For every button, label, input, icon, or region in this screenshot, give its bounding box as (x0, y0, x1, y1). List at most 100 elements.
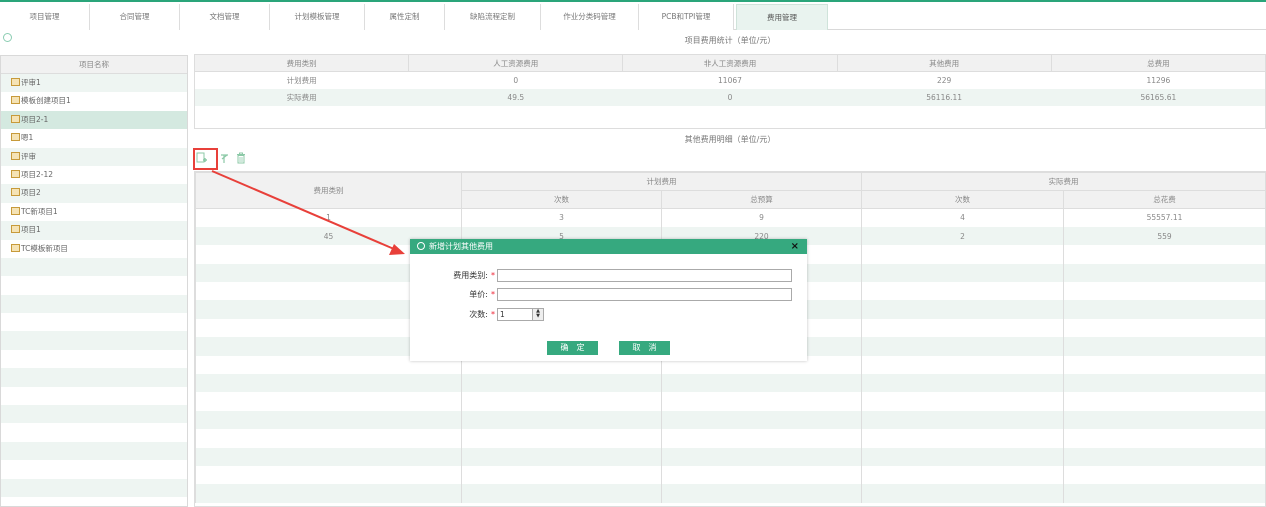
table-cell: 0 (622, 88, 838, 106)
table-row: 实际费用 49.5 0 56116.11 56165.61 (194, 88, 1266, 106)
close-icon[interactable]: × (791, 239, 799, 254)
project-item[interactable]: 评审1 (1, 74, 187, 93)
col-header: 非人工资源费用 (622, 54, 838, 72)
folder-icon (11, 96, 20, 105)
edit-icon[interactable] (220, 152, 230, 167)
col-header: 费用类别 (193, 54, 410, 72)
tab-job-code-management[interactable]: 作业分类码管理 (541, 4, 639, 30)
project-item[interactable]: 项目2-12 (1, 166, 187, 184)
count-label: 次数: * (420, 309, 495, 321)
project-item-label: TC模板新项目 (21, 243, 68, 253)
project-item[interactable]: 嗯1 (1, 129, 187, 147)
dialog-logo-icon (417, 241, 425, 250)
required-mark: * (491, 310, 495, 319)
empty-row (195, 392, 1266, 411)
empty-row (1, 276, 187, 294)
table-cell: 计划费用 (194, 71, 409, 89)
tab-cost-management[interactable]: 费用管理 (736, 4, 828, 30)
empty-row (195, 447, 1266, 466)
project-item-label: 项目1 (21, 225, 41, 235)
project-item[interactable]: 项目2 (1, 184, 187, 203)
tab-defect-flow-customization[interactable]: 缺陷流程定制 (445, 4, 541, 30)
group-header-planned: 计划费用 (461, 172, 862, 191)
tab-document-management[interactable]: 文档管理 (180, 4, 270, 30)
other-cost-caption: 其他费用明细（单位/元） (684, 135, 776, 144)
table-cell: 9 (661, 208, 862, 227)
required-mark: * (491, 290, 495, 299)
count-label-text: 次数: (469, 310, 488, 319)
unit-price-input[interactable] (497, 288, 792, 301)
tab-attribute-customization[interactable]: 属性定制 (365, 4, 445, 30)
table-row: 计划费用 0 11067 229 11296 (194, 71, 1266, 89)
category-input[interactable] (497, 269, 792, 282)
tab-pcb-tpi-management[interactable]: PCB和TPI管理 (639, 4, 734, 30)
folder-icon (11, 133, 20, 142)
required-mark: * (491, 271, 495, 280)
table-cell: 55557.11 (1063, 208, 1266, 227)
table-cell: 11067 (622, 71, 838, 89)
table-cell: 1 (195, 208, 462, 227)
folder-icon (11, 151, 20, 160)
project-item[interactable]: 模板创建项目1 (1, 92, 187, 110)
empty-row (1, 368, 187, 387)
project-list-header: 项目名称 (1, 56, 187, 74)
category-label: 费用类别: * (420, 270, 495, 282)
category-label-text: 费用类别: (453, 271, 488, 280)
project-item[interactable]: 评审 (1, 147, 187, 166)
cancel-button[interactable]: 取 消 (619, 341, 670, 355)
table-cell: 2 (861, 226, 1064, 246)
empty-row (1, 497, 187, 507)
delete-icon[interactable] (236, 152, 246, 167)
project-item-label: 项目2-1 (21, 114, 49, 124)
empty-row (1, 478, 187, 497)
empty-row (195, 465, 1266, 485)
table-cell: 56165.61 (1051, 88, 1266, 106)
table-cell: 559 (1063, 226, 1266, 246)
project-item-label: 评审1 (21, 78, 41, 87)
dialog-titlebar: 新增计划其他费用 × (410, 239, 807, 254)
col-header: 总花费 (1063, 190, 1266, 209)
project-item-selected[interactable]: 项目2-1 (1, 110, 187, 130)
empty-row (194, 105, 1266, 121)
empty-row (195, 374, 1266, 393)
col-header: 总预算 (661, 190, 862, 209)
empty-row (1, 405, 187, 424)
stepper-arrows-icon[interactable]: ▲ ▼ (532, 309, 543, 320)
refresh-icon[interactable] (3, 33, 12, 42)
folder-icon (11, 188, 20, 197)
folder-icon (11, 225, 20, 234)
add-button-highlight (193, 148, 218, 170)
main-tab-bar: 项目管理 合同管理 文档管理 计划模板管理 属性定制 缺陷流程定制 作业分类码管… (0, 4, 1266, 30)
table-cell: 0 (408, 71, 623, 89)
folder-icon (11, 243, 20, 252)
folder-icon (11, 206, 20, 215)
app-window: 项目管理 合同管理 文档管理 计划模板管理 属性定制 缺陷流程定制 作业分类码管… (0, 0, 1266, 507)
empty-row (1, 350, 187, 368)
table-row[interactable]: 1 3 9 4 55557.11 (195, 208, 1266, 227)
col-header: 总费用 (1050, 54, 1266, 72)
col-header-category: 费用类别 (195, 172, 462, 209)
tab-project-management[interactable]: 项目管理 (0, 4, 90, 30)
tab-contract-management[interactable]: 合同管理 (90, 4, 180, 30)
table-cell: 实际费用 (194, 88, 409, 106)
col-header: 人工资源费用 (408, 54, 624, 72)
project-item[interactable]: TC模板新项目 (1, 240, 187, 258)
empty-row (1, 331, 187, 350)
table-cell: 56116.11 (837, 88, 1052, 106)
confirm-button[interactable]: 确 定 (547, 341, 598, 355)
empty-row (1, 257, 187, 277)
table-cell: 11296 (1051, 71, 1266, 89)
tab-plan-template-management[interactable]: 计划模板管理 (270, 4, 365, 30)
project-item-label: 评审 (21, 151, 36, 161)
dialog-title: 新增计划其他费用 (429, 242, 493, 251)
empty-row (195, 410, 1266, 430)
empty-row (1, 294, 187, 314)
empty-row (1, 423, 187, 441)
count-stepper[interactable]: 1 ▲ ▼ (497, 308, 544, 321)
project-item[interactable]: TC新项目1 (1, 203, 187, 221)
empty-row (195, 429, 1266, 448)
project-item[interactable]: 项目1 (1, 221, 187, 240)
empty-row (1, 460, 187, 478)
project-item-label: 嗯1 (21, 133, 34, 143)
table-cell: 49.5 (408, 88, 623, 106)
